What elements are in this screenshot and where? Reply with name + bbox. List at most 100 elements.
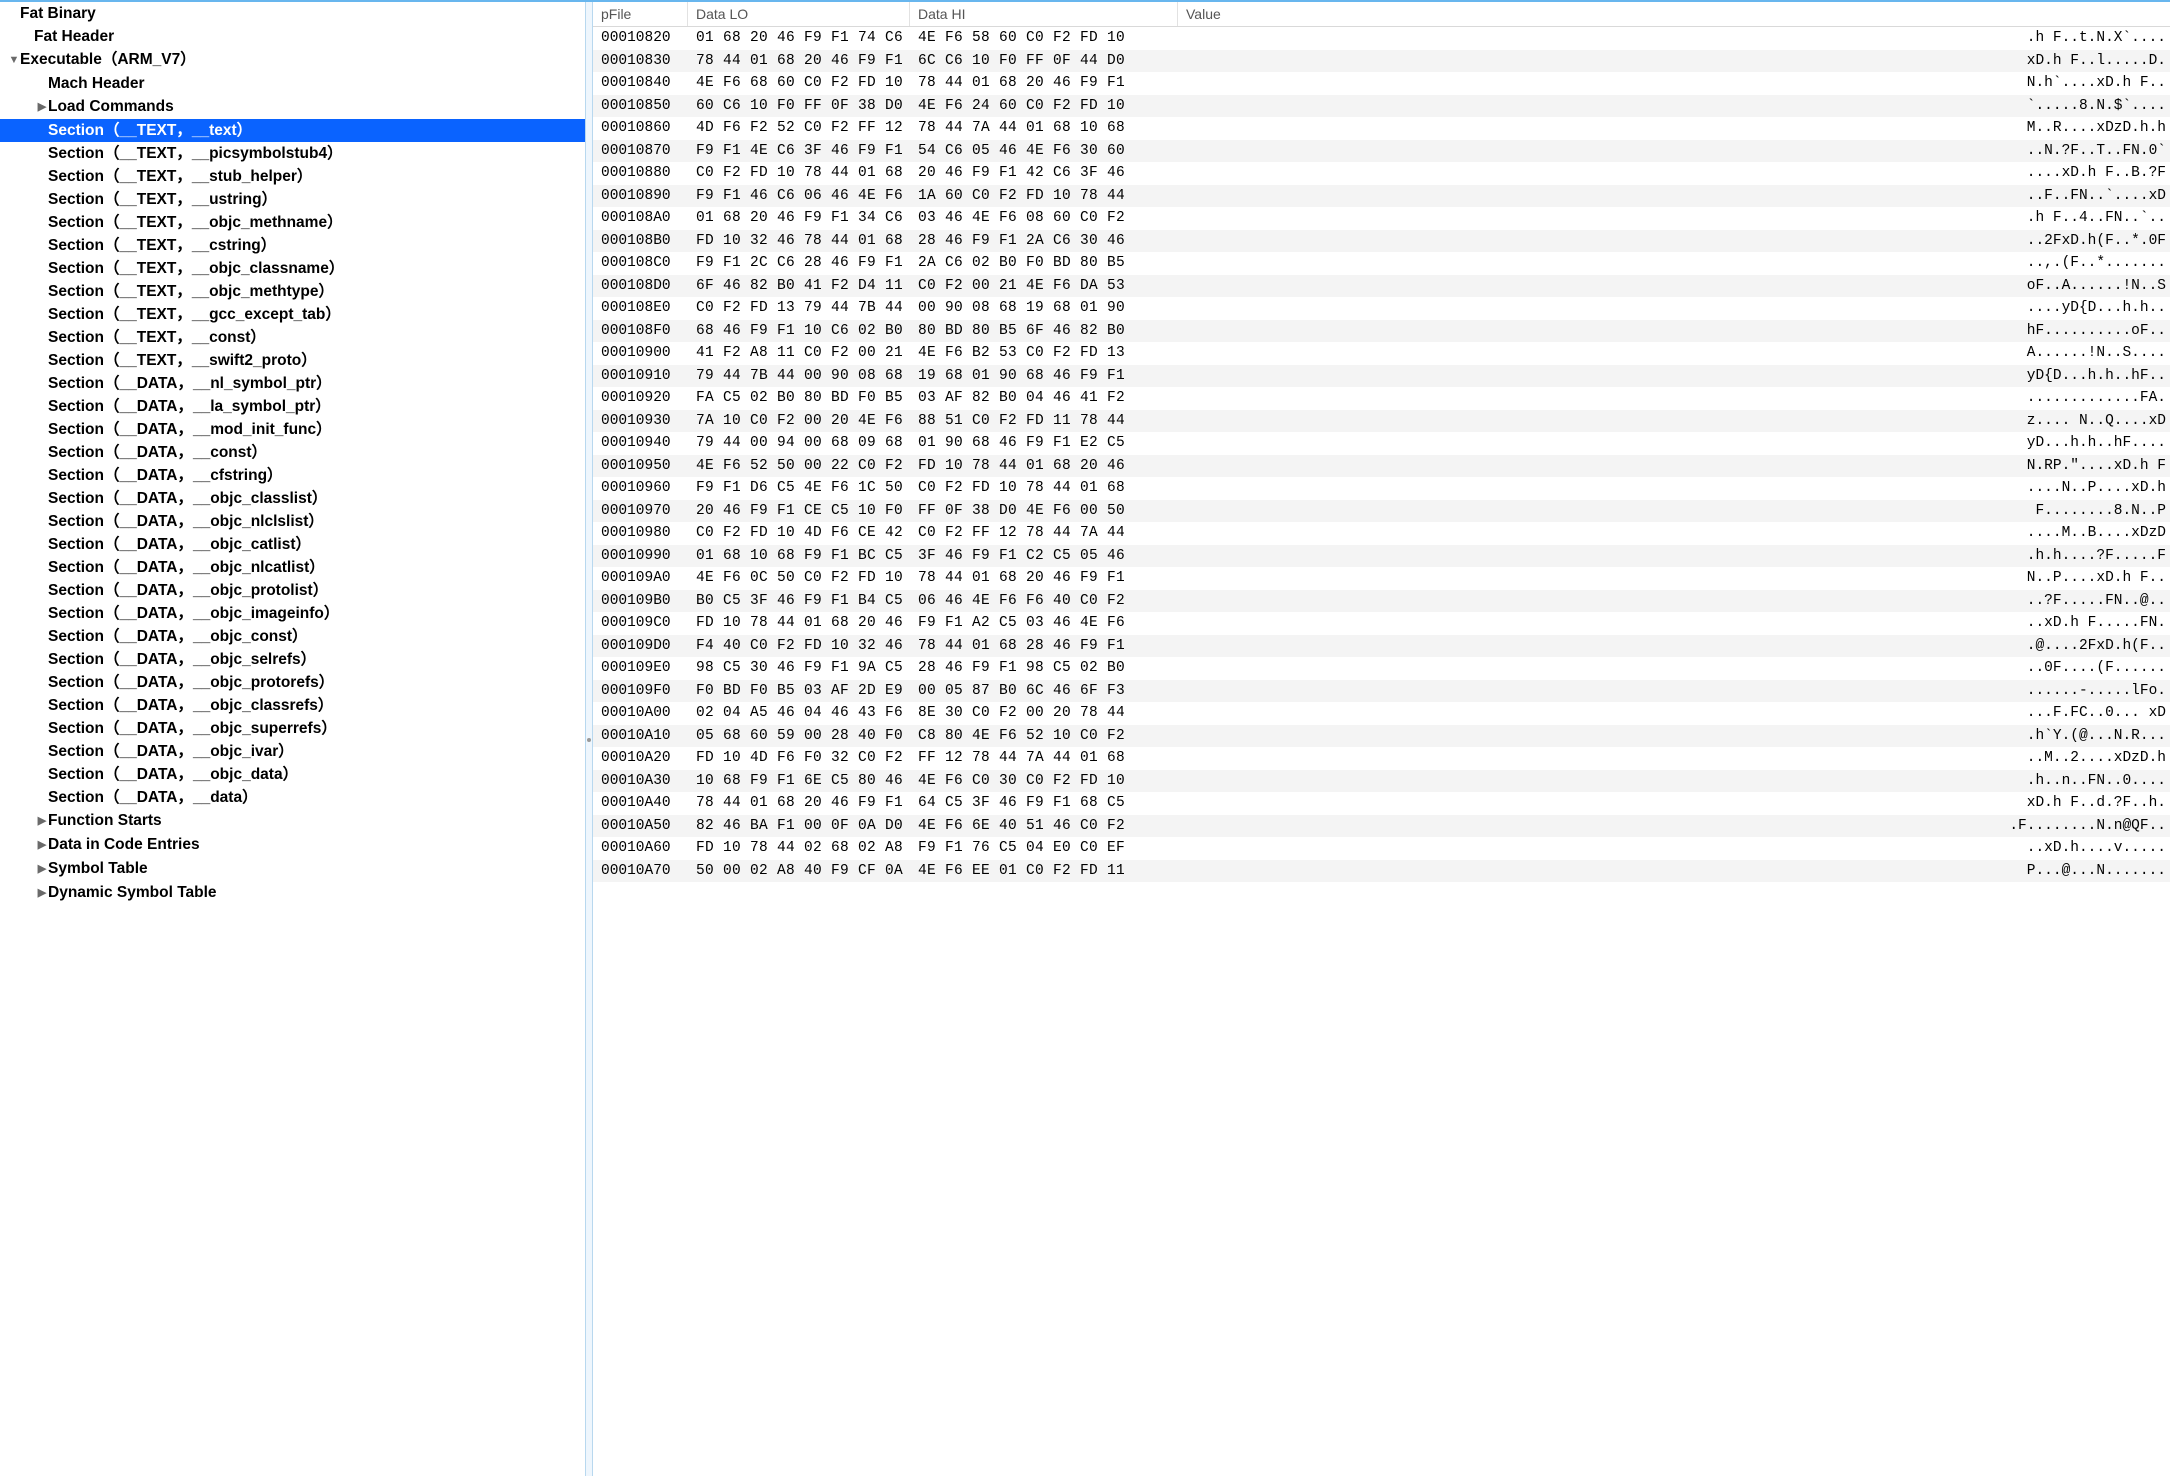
- hex-row[interactable]: 00010A5082 46 BA F1 00 0F 0A D04E F6 6E …: [593, 815, 2170, 838]
- hex-row[interactable]: 000109307A 10 C0 F2 00 20 4E F688 51 C0 …: [593, 410, 2170, 433]
- tree-row[interactable]: Section（__DATA，__objc_data）: [0, 763, 585, 786]
- hex-row[interactable]: 000109B0B0 C5 3F 46 F9 F1 B4 C506 46 4E …: [593, 590, 2170, 613]
- tree-row[interactable]: Section（__TEXT，__text）: [0, 119, 585, 142]
- tree-row[interactable]: Section（__DATA，__objc_nlcatlist）: [0, 556, 585, 579]
- hex-row[interactable]: 0001083078 44 01 68 20 46 F9 F16C C6 10 …: [593, 50, 2170, 73]
- tree-row[interactable]: Section（__DATA，__objc_catlist）: [0, 533, 585, 556]
- hex-address: 000108A0: [593, 207, 688, 230]
- hex-row[interactable]: 000108404E F6 68 60 C0 F2 FD 1078 44 01 …: [593, 72, 2170, 95]
- hex-row[interactable]: 000109A04E F6 0C 50 C0 F2 FD 1078 44 01 …: [593, 567, 2170, 590]
- tree-row[interactable]: Section（__TEXT，__ustring）: [0, 188, 585, 211]
- hex-row[interactable]: 000109D0F4 40 C0 F2 FD 10 32 4678 44 01 …: [593, 635, 2170, 658]
- hex-address: 00010890: [593, 185, 688, 208]
- hex-row[interactable]: 00010880C0 F2 FD 10 78 44 01 6820 46 F9 …: [593, 162, 2170, 185]
- tree-row[interactable]: Section（__DATA，__objc_protorefs）: [0, 671, 585, 694]
- column-pfile[interactable]: pFile: [593, 2, 688, 26]
- hex-row[interactable]: 00010A0002 04 A5 46 04 46 43 F68E 30 C0 …: [593, 702, 2170, 725]
- hex-address: 000108D0: [593, 275, 688, 298]
- disclosure-arrow-icon[interactable]: ▶: [36, 882, 48, 905]
- tree-row[interactable]: Section（__DATA，__objc_superrefs）: [0, 717, 585, 740]
- hex-row[interactable]: 00010A4078 44 01 68 20 46 F9 F164 C5 3F …: [593, 792, 2170, 815]
- column-data-lo[interactable]: Data LO: [688, 2, 910, 26]
- hex-row[interactable]: 000109F0F0 BD F0 B5 03 AF 2D E900 05 87 …: [593, 680, 2170, 703]
- pane-splitter[interactable]: [585, 2, 593, 1476]
- tree-row[interactable]: Section（__DATA，__objc_imageinfo）: [0, 602, 585, 625]
- hex-row[interactable]: 000108D06F 46 82 B0 41 F2 D4 11C0 F2 00 …: [593, 275, 2170, 298]
- tree-row-label: Section（__DATA，__cfstring）: [48, 467, 283, 484]
- hex-bytes-lo: 01 68 10 68 F9 F1 BC C5: [688, 545, 910, 568]
- hex-row[interactable]: 000109E098 C5 30 46 F9 F1 9A C528 46 F9 …: [593, 657, 2170, 680]
- tree-row[interactable]: Section（__TEXT，__objc_methname）: [0, 211, 585, 234]
- tree-row[interactable]: ▼Executable（ARM_V7）: [0, 48, 585, 72]
- hex-row[interactable]: 0001091079 44 7B 44 00 90 08 6819 68 01 …: [593, 365, 2170, 388]
- hex-row[interactable]: 000108604D F6 F2 52 C0 F2 FF 1278 44 7A …: [593, 117, 2170, 140]
- tree-row[interactable]: Section（__DATA，__objc_nlclslist）: [0, 510, 585, 533]
- tree-row[interactable]: Section（__DATA，__objc_classlist）: [0, 487, 585, 510]
- tree-row[interactable]: Section（__TEXT，__stub_helper）: [0, 165, 585, 188]
- hex-body[interactable]: 0001082001 68 20 46 F9 F1 74 C64E F6 58 …: [593, 27, 2170, 1476]
- hex-row[interactable]: 00010960F9 F1 D6 C5 4E F6 1C 50C0 F2 FD …: [593, 477, 2170, 500]
- hex-row[interactable]: 00010A1005 68 60 59 00 28 40 F0C8 80 4E …: [593, 725, 2170, 748]
- tree-row[interactable]: Section（__DATA，__objc_ivar）: [0, 740, 585, 763]
- hex-row[interactable]: 0001097020 46 F9 F1 CE C5 10 F0FF 0F 38 …: [593, 500, 2170, 523]
- hex-row[interactable]: 0001090041 F2 A8 11 C0 F2 00 214E F6 B2 …: [593, 342, 2170, 365]
- column-data-hi[interactable]: Data HI: [910, 2, 1178, 26]
- disclosure-arrow-icon[interactable]: ▼: [8, 49, 20, 72]
- tree-row[interactable]: Section（__TEXT，__cstring）: [0, 234, 585, 257]
- tree-row[interactable]: Fat Header: [0, 25, 585, 48]
- tree-row[interactable]: Section（__DATA，__la_symbol_ptr）: [0, 395, 585, 418]
- tree-row[interactable]: Fat Binary: [0, 2, 585, 25]
- tree-row[interactable]: Section（__DATA，__const）: [0, 441, 585, 464]
- hex-row[interactable]: 000108C0F9 F1 2C C6 28 46 F9 F12A C6 02 …: [593, 252, 2170, 275]
- hex-row[interactable]: 00010A7050 00 02 A8 40 F9 CF 0A4E F6 EE …: [593, 860, 2170, 883]
- tree-row-label: Section（__DATA，__objc_imageinfo）: [48, 605, 339, 622]
- hex-row[interactable]: 00010A60FD 10 78 44 02 68 02 A8F9 F1 76 …: [593, 837, 2170, 860]
- hex-row[interactable]: 0001094079 44 00 94 00 68 09 6801 90 68 …: [593, 432, 2170, 455]
- disclosure-arrow-icon[interactable]: ▶: [36, 858, 48, 881]
- tree-row[interactable]: Section（__DATA，__mod_init_func）: [0, 418, 585, 441]
- hex-row[interactable]: 00010890F9 F1 46 C6 06 46 4E F61A 60 C0 …: [593, 185, 2170, 208]
- hex-row[interactable]: 0001099001 68 10 68 F9 F1 BC C53F 46 F9 …: [593, 545, 2170, 568]
- hex-ascii: P...@...N.......: [1178, 860, 2170, 883]
- hex-row[interactable]: 0001082001 68 20 46 F9 F1 74 C64E F6 58 …: [593, 27, 2170, 50]
- hex-address: 00010820: [593, 27, 688, 50]
- hex-row[interactable]: 000108F068 46 F9 F1 10 C6 02 B080 BD 80 …: [593, 320, 2170, 343]
- tree-row[interactable]: Section（__TEXT，__gcc_except_tab）: [0, 303, 585, 326]
- hex-bytes-lo: 7A 10 C0 F2 00 20 4E F6: [688, 410, 910, 433]
- disclosure-arrow-icon[interactable]: ▶: [36, 96, 48, 119]
- tree-row[interactable]: Section（__TEXT，__const）: [0, 326, 585, 349]
- tree-row[interactable]: ▶Data in Code Entries: [0, 833, 585, 857]
- tree-row[interactable]: Section（__DATA，__nl_symbol_ptr）: [0, 372, 585, 395]
- hex-row[interactable]: 00010870F9 F1 4E C6 3F 46 F9 F154 C6 05 …: [593, 140, 2170, 163]
- hex-row[interactable]: 000109504E F6 52 50 00 22 C0 F2FD 10 78 …: [593, 455, 2170, 478]
- tree-row[interactable]: Section（__DATA，__data）: [0, 786, 585, 809]
- hex-ascii: z.... N..Q....xD: [1178, 410, 2170, 433]
- hex-row[interactable]: 000109C0FD 10 78 44 01 68 20 46F9 F1 A2 …: [593, 612, 2170, 635]
- hex-row[interactable]: 00010A3010 68 F9 F1 6E C5 80 464E F6 C0 …: [593, 770, 2170, 793]
- hex-row[interactable]: 00010A20FD 10 4D F6 F0 32 C0 F2FF 12 78 …: [593, 747, 2170, 770]
- tree-row[interactable]: Section（__TEXT，__picsymbolstub4）: [0, 142, 585, 165]
- disclosure-arrow-icon[interactable]: ▶: [36, 810, 48, 833]
- tree-row[interactable]: Section（__DATA，__objc_const）: [0, 625, 585, 648]
- disclosure-arrow-icon[interactable]: ▶: [36, 834, 48, 857]
- hex-row[interactable]: 000108B0FD 10 32 46 78 44 01 6828 46 F9 …: [593, 230, 2170, 253]
- hex-row[interactable]: 000108E0C0 F2 FD 13 79 44 7B 4400 90 08 …: [593, 297, 2170, 320]
- tree-row[interactable]: ▶Symbol Table: [0, 857, 585, 881]
- hex-row[interactable]: 00010920FA C5 02 B0 80 BD F0 B503 AF 82 …: [593, 387, 2170, 410]
- tree-row[interactable]: Section（__TEXT，__swift2_proto）: [0, 349, 585, 372]
- tree-row[interactable]: Section（__DATA，__cfstring）: [0, 464, 585, 487]
- tree-row[interactable]: Section（__TEXT，__objc_classname）: [0, 257, 585, 280]
- tree-row[interactable]: Section（__DATA，__objc_protolist）: [0, 579, 585, 602]
- tree-row[interactable]: ▶Load Commands: [0, 95, 585, 119]
- hex-row[interactable]: 000108A001 68 20 46 F9 F1 34 C603 46 4E …: [593, 207, 2170, 230]
- tree-row[interactable]: Section（__TEXT，__objc_methtype）: [0, 280, 585, 303]
- structure-tree[interactable]: Fat BinaryFat Header▼Executable（ARM_V7）M…: [0, 2, 585, 1476]
- tree-row[interactable]: ▶Function Starts: [0, 809, 585, 833]
- hex-row[interactable]: 00010980C0 F2 FD 10 4D F6 CE 42C0 F2 FF …: [593, 522, 2170, 545]
- tree-row[interactable]: Mach Header: [0, 72, 585, 95]
- tree-row[interactable]: Section（__DATA，__objc_selrefs）: [0, 648, 585, 671]
- tree-row[interactable]: ▶Dynamic Symbol Table: [0, 881, 585, 905]
- tree-row[interactable]: Section（__DATA，__objc_classrefs）: [0, 694, 585, 717]
- column-value[interactable]: Value: [1178, 2, 2170, 26]
- hex-row[interactable]: 0001085060 C6 10 F0 FF 0F 38 D04E F6 24 …: [593, 95, 2170, 118]
